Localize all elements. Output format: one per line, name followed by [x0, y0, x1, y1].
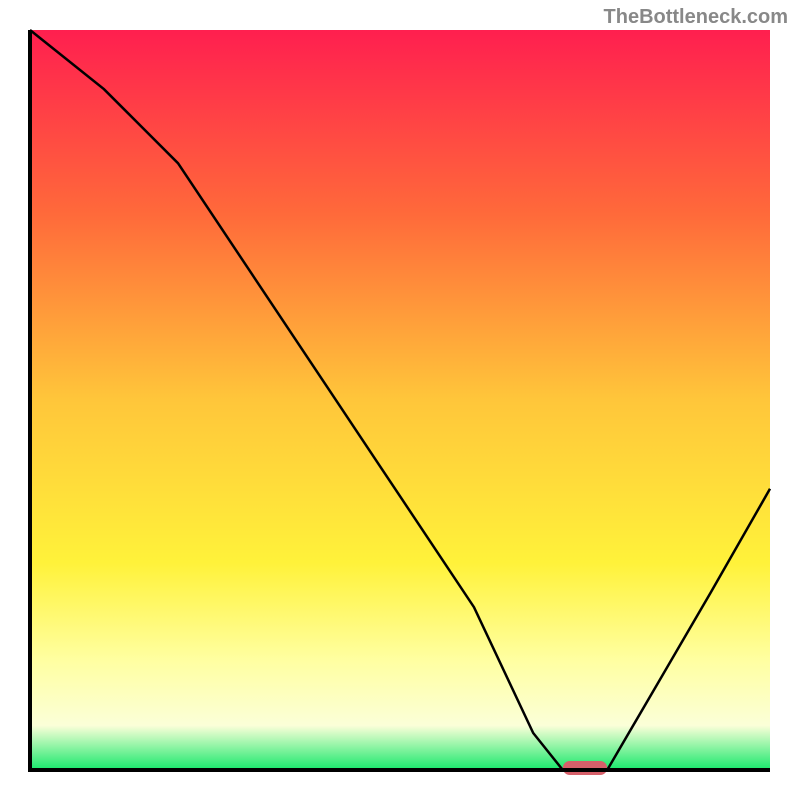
bottleneck-chart: [0, 0, 800, 800]
gradient-background: [30, 30, 770, 770]
chart-container: TheBottleneck.com: [0, 0, 800, 800]
watermark-text: TheBottleneck.com: [604, 6, 788, 29]
